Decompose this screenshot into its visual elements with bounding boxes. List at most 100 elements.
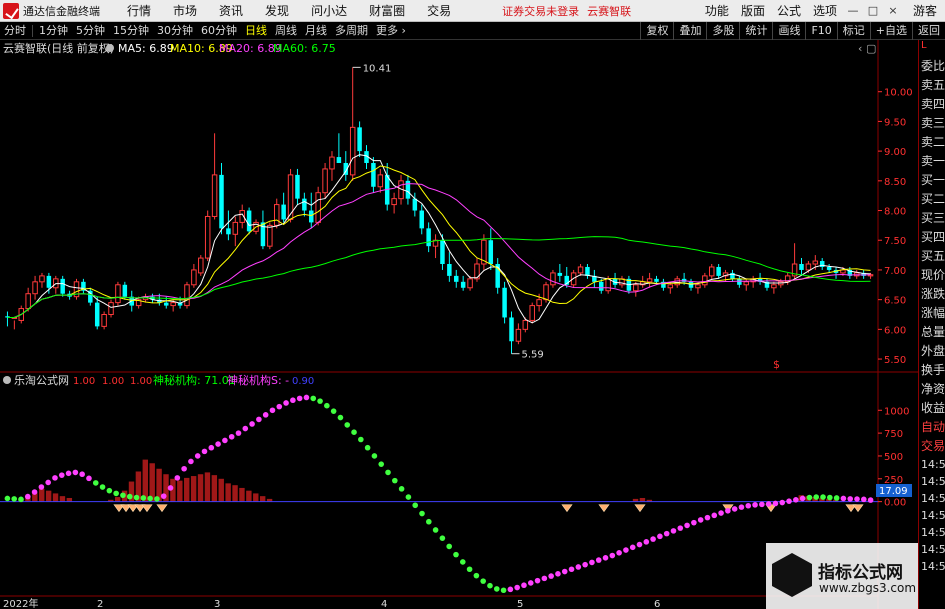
menu-caifuquan[interactable]: 财富圈 bbox=[358, 2, 416, 19]
menu-shichang[interactable]: 市场 bbox=[162, 2, 208, 19]
tab-daily[interactable]: 日线 bbox=[241, 22, 271, 40]
candle-body bbox=[737, 278, 742, 285]
menu-faxian[interactable]: 发现 bbox=[254, 2, 300, 19]
indicator-dot bbox=[276, 403, 283, 410]
tab-60min[interactable]: 60分钟 bbox=[197, 22, 241, 40]
indicator-dot bbox=[493, 586, 500, 592]
side-auto[interactable]: 自动 bbox=[919, 418, 945, 437]
indicator-gear-icon[interactable] bbox=[3, 376, 11, 384]
side-trade[interactable]: 交易 bbox=[919, 437, 945, 456]
menu-jiaoyi[interactable]: 交易 bbox=[416, 2, 462, 19]
indicator-bar bbox=[253, 493, 259, 502]
side-time-cell: 14:56 bbox=[921, 526, 945, 539]
time-label-year: 2022年 bbox=[3, 597, 38, 609]
tab-more[interactable]: 更多 › bbox=[372, 22, 410, 40]
menu-wenxiaoda[interactable]: 问小达 bbox=[300, 2, 358, 19]
indicator-dot bbox=[188, 458, 194, 465]
tab-monthly[interactable]: 月线 bbox=[301, 22, 331, 40]
guest-label[interactable]: 游客 bbox=[903, 2, 945, 19]
side-cell[interactable]: 卖五 bbox=[919, 76, 945, 95]
draw-line-button[interactable]: 画线 bbox=[772, 21, 805, 40]
close-icon[interactable]: × bbox=[886, 4, 900, 18]
side-cell[interactable]: 卖一 bbox=[919, 152, 945, 171]
side-cell[interactable]: 净资 bbox=[919, 380, 945, 399]
candle-body bbox=[198, 257, 204, 274]
overlay-button[interactable]: 叠加 bbox=[673, 21, 706, 40]
menu-gongneng[interactable]: 功能 bbox=[699, 2, 735, 19]
side-cell[interactable]: 总量 bbox=[919, 323, 945, 342]
tab-multi-period[interactable]: 多周期 bbox=[331, 22, 372, 40]
minimize-icon[interactable]: — bbox=[846, 4, 860, 18]
side-cell[interactable]: 卖三 bbox=[919, 114, 945, 133]
kline-chart[interactable]: 云赛智联(日线 前复权) MA5: 6.89 MA10: 6.89 MA20: … bbox=[0, 40, 918, 609]
multi-stock-button[interactable]: 多股 bbox=[706, 21, 739, 40]
indicator-dot bbox=[256, 416, 262, 423]
side-cell[interactable]: 现价 bbox=[919, 266, 945, 285]
candle-body bbox=[440, 240, 445, 264]
side-cell[interactable]: 卖二 bbox=[919, 133, 945, 152]
indicator-dot bbox=[561, 568, 568, 575]
indicator-param-2: 1.00 bbox=[102, 376, 124, 387]
candle-body bbox=[536, 299, 542, 307]
side-cell[interactable]: 收益 bbox=[919, 399, 945, 418]
candle-body bbox=[371, 163, 376, 187]
menu-xuanxiang[interactable]: 选项 bbox=[807, 2, 843, 19]
candle-body bbox=[688, 281, 694, 288]
indicator-bar bbox=[197, 474, 204, 502]
indicator-dot bbox=[568, 566, 575, 573]
high-low-labels: 10.41 5.59 bbox=[352, 63, 544, 361]
side-cell[interactable]: 买三 bbox=[919, 209, 945, 228]
candle-body bbox=[426, 228, 431, 247]
menu-bar: 通达信金融终端 行情 市场 资讯 发现 问小达 财富圈 交易 证券交易未登录 云… bbox=[0, 0, 945, 22]
signal-diamond-icon bbox=[598, 504, 610, 513]
statistics-button[interactable]: 统计 bbox=[739, 21, 772, 40]
side-cell[interactable]: 买二 bbox=[919, 190, 945, 209]
time-label-may: 5 bbox=[517, 599, 523, 609]
candle-settings-icons: ‹ ▢ bbox=[858, 42, 876, 55]
menu-banmian[interactable]: 版面 bbox=[735, 2, 771, 19]
side-cell[interactable]: 涨幅 bbox=[919, 304, 945, 323]
menu-zixun[interactable]: 资讯 bbox=[208, 2, 254, 19]
maximize-icon[interactable]: □ bbox=[866, 4, 880, 18]
login-warning[interactable]: 证券交易未登录 bbox=[502, 3, 579, 19]
tab-15min[interactable]: 15分钟 bbox=[109, 22, 153, 40]
event-marker[interactable]: $ bbox=[773, 358, 780, 371]
signal-diamond-icon bbox=[852, 504, 864, 513]
indicator-dot bbox=[38, 484, 45, 490]
side-cell[interactable]: 涨跌 bbox=[919, 285, 945, 304]
tab-30min[interactable]: 30分钟 bbox=[153, 22, 197, 40]
indicator-line1-label: 神秘机构: 71.01 bbox=[153, 373, 236, 387]
candle-body bbox=[39, 275, 45, 283]
signal-diamond-icon bbox=[561, 504, 573, 513]
side-cell[interactable]: 买一 bbox=[919, 171, 945, 190]
indicator-dot bbox=[174, 475, 181, 481]
tab-5min[interactable]: 5分钟 bbox=[72, 22, 109, 40]
expand-icon[interactable]: ▢ bbox=[866, 42, 876, 55]
side-cell[interactable]: 换手 bbox=[919, 361, 945, 380]
main-chart-header: 云赛智联(日线 前复权) MA5: 6.89 MA10: 6.89 MA20: … bbox=[3, 41, 336, 55]
side-cell[interactable]: 委比 bbox=[919, 57, 945, 76]
tab-1min[interactable]: 1分钟 bbox=[35, 22, 72, 40]
candle-body bbox=[287, 174, 294, 220]
side-cell[interactable]: 买五 bbox=[919, 247, 945, 266]
indicator-dot bbox=[500, 587, 507, 594]
side-cell[interactable]: 买四 bbox=[919, 228, 945, 247]
f10-button[interactable]: F10 bbox=[805, 21, 836, 40]
menu-gongshi[interactable]: 公式 bbox=[771, 2, 807, 19]
settings-gear-icon[interactable] bbox=[106, 44, 114, 52]
back-button[interactable]: 返回 bbox=[912, 21, 945, 40]
mark-button[interactable]: 标记 bbox=[836, 21, 870, 40]
indicator-dot bbox=[11, 496, 17, 502]
candle-body bbox=[315, 192, 321, 223]
tab-weekly[interactable]: 周线 bbox=[271, 22, 301, 40]
side-cell[interactable]: 外盘 bbox=[919, 342, 945, 361]
hide-chevron-icon[interactable]: ‹ bbox=[858, 42, 862, 55]
menu-hangqing[interactable]: 行情 bbox=[116, 2, 162, 19]
side-cell[interactable]: 卖四 bbox=[919, 95, 945, 114]
fuquan-button[interactable]: 复权 bbox=[640, 21, 673, 40]
add-watchlist-button[interactable]: +自选 bbox=[869, 21, 912, 40]
candle-body bbox=[515, 328, 522, 342]
indicator-tick-label: 500 bbox=[884, 452, 903, 463]
tab-fenshi[interactable]: 分时 bbox=[0, 22, 30, 40]
high-price-label: 10.41 bbox=[363, 63, 392, 74]
